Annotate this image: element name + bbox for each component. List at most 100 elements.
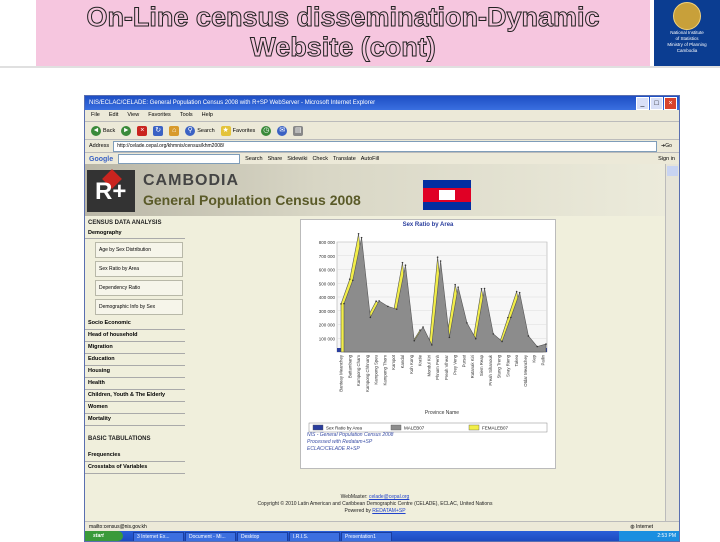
data-point	[348, 278, 351, 280]
legend-swatch	[468, 424, 480, 431]
print-button[interactable]: ▤	[293, 125, 304, 136]
close-button[interactable]: ×	[664, 97, 677, 110]
x-tick-label: Phnom Penh	[435, 354, 440, 379]
go-button[interactable]: ➜Go	[661, 143, 679, 149]
x-tick-label: Kampong Cham	[356, 355, 361, 386]
home-button[interactable]: ⌂	[169, 125, 180, 136]
menu-edit[interactable]: Edit	[109, 110, 118, 121]
stop-button[interactable]: ×	[137, 125, 148, 136]
sex-ratio-chart: 800 000 700 000 600 000 500 000 400 000 300 0…	[308, 232, 548, 433]
taskbar-item[interactable]: Presentation1	[341, 532, 392, 541]
google-translate-button[interactable]: Translate	[333, 156, 356, 162]
data-point	[387, 305, 389, 308]
x-tick-label: Preah Sihanouk	[488, 354, 493, 385]
back-button[interactable]: ◄ Back	[91, 125, 115, 136]
data-point	[378, 300, 380, 302]
x-tick-label: Svay Rieng	[505, 354, 510, 377]
page-footer: WebMaster: celade@cepal.org Copyright © …	[85, 494, 665, 515]
taskbar-item[interactable]: 3 Internet Ex...	[133, 532, 184, 541]
minimize-button[interactable]: _	[636, 97, 649, 110]
y-tick-label: 500 000	[319, 281, 336, 286]
google-search-button[interactable]: Search	[245, 156, 262, 162]
data-point	[431, 344, 433, 346]
banner-country: CAMBODIA	[143, 172, 239, 189]
webmaster-email-link[interactable]: celade@cepal.org	[369, 494, 409, 500]
vertical-scrollbar[interactable]	[665, 164, 679, 521]
y-tick-label: 700 000	[319, 254, 336, 259]
nis-logo: National Institute of Statistics Ministr…	[654, 0, 720, 66]
data-point	[375, 300, 377, 302]
x-tick-label: Kampong Thom	[382, 355, 387, 386]
menu-help[interactable]: Help	[202, 110, 213, 121]
taskbar-item[interactable]: Desktop	[237, 532, 288, 541]
sidebar-item-mortality[interactable]: Mortality	[85, 414, 185, 426]
powered-label: Powered by	[344, 508, 371, 514]
google-check-button[interactable]: Check	[312, 156, 328, 162]
y-tick-label: 300 000	[319, 309, 336, 314]
data-point	[357, 232, 360, 235]
google-sidewiki-button[interactable]: Sidewiki	[287, 156, 307, 162]
data-point	[545, 343, 547, 345]
status-text: mailto:census@nis.gov.kh	[89, 524, 147, 530]
x-tick-label: Pursat	[461, 354, 466, 367]
sidebar-item-crosstabs[interactable]: Crosstabs of Variables	[85, 462, 185, 474]
legend-swatch	[390, 424, 402, 431]
data-point	[436, 256, 439, 258]
footer-copyright: Copyright © 2010 Latin American and Cari…	[257, 501, 493, 507]
x-axis-title: Province Name	[425, 410, 459, 416]
sidebar-button-demographic-info[interactable]: Demographic Info by Sex	[95, 299, 183, 315]
data-point	[360, 236, 363, 239]
taskbar-item[interactable]: I.R.I.S.	[289, 532, 340, 541]
sidebar-item-demography[interactable]: Demography	[85, 228, 185, 239]
sidebar-item-frequencies[interactable]: Frequencies	[85, 450, 185, 462]
history-button[interactable]: ◷	[261, 125, 272, 136]
mail-button[interactable]: ✉	[277, 125, 288, 136]
sidebar-button-dependency[interactable]: Dependency Ratio	[95, 280, 183, 296]
data-point	[510, 316, 512, 319]
menu-favorites[interactable]: Favorites	[148, 110, 171, 121]
sidebar-button-age-sex[interactable]: Age by Sex Distribution	[95, 242, 183, 258]
chart-notes: NIS - General Population Census 2008 Pro…	[307, 432, 393, 453]
powered-link[interactable]: REDATAM+SP	[372, 508, 405, 514]
menu-file[interactable]: File	[91, 110, 100, 121]
address-input[interactable]: http://celade.cepal.org/khmnis/census/kh…	[113, 140, 657, 152]
data-point	[518, 291, 521, 294]
google-share-button[interactable]: Share	[268, 156, 283, 162]
google-search-input[interactable]	[118, 154, 241, 164]
globe-icon: ◍	[630, 524, 635, 530]
sidebar-item-migration[interactable]: Migration	[85, 342, 185, 354]
data-point	[343, 302, 345, 305]
data-point	[474, 337, 477, 340]
sidebar-item-health[interactable]: Health	[85, 378, 185, 390]
sidebar-item-children-youth[interactable]: Children, Youth & The Elderly	[85, 390, 185, 402]
data-point	[466, 322, 468, 324]
menu-view[interactable]: View	[127, 110, 139, 121]
google-logo: Google	[89, 155, 114, 163]
data-point	[439, 260, 442, 262]
y-tick-label: 400 000	[319, 295, 336, 300]
maximize-button[interactable]: □	[650, 97, 663, 110]
redatam-logo: R+	[87, 169, 135, 212]
google-signin-link[interactable]: Sign in	[658, 156, 679, 162]
sidebar-item-socio-economic[interactable]: Socio Economic	[85, 318, 185, 330]
data-point	[351, 279, 354, 282]
scroll-up-arrow-icon[interactable]	[667, 166, 678, 176]
sidebar-item-head-household[interactable]: Head of household	[85, 330, 185, 342]
sidebar-item-education[interactable]: Education	[85, 354, 185, 366]
google-autofill-button[interactable]: AutoFill	[361, 156, 379, 162]
window-title: NIS/ECLAC/CELADE: General Population Cen…	[89, 100, 376, 106]
taskbar-item[interactable]: Document - Mi...	[185, 532, 236, 541]
favorites-button[interactable]: ★ Favorites	[220, 125, 255, 136]
sidebar-button-sex-ratio[interactable]: Sex Ratio by Area	[95, 261, 183, 277]
refresh-button[interactable]: ↻	[153, 125, 164, 136]
sidebar: CENSUS DATA ANALYSIS Demography Age by S…	[85, 218, 185, 518]
search-button[interactable]: ⚲ Search	[185, 125, 215, 136]
menu-tools[interactable]: Tools	[180, 110, 193, 121]
x-tick-label: Takeo	[514, 354, 519, 366]
sidebar-item-housing[interactable]: Housing	[85, 366, 185, 378]
sidebar-item-women[interactable]: Women	[85, 402, 185, 414]
y-tick-label: 100 000	[319, 336, 336, 341]
window-titlebar[interactable]: NIS/ECLAC/CELADE: General Population Cen…	[85, 96, 679, 110]
data-point	[507, 316, 509, 319]
forward-button[interactable]: ►	[121, 125, 132, 136]
